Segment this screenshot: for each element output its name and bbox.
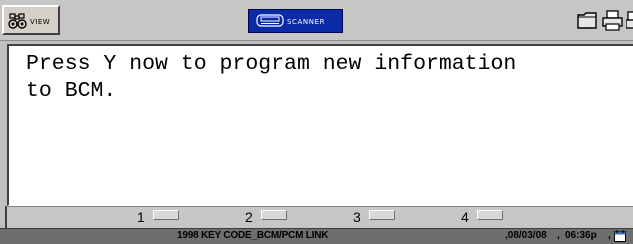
status-time: 06:36p: [565, 230, 597, 241]
status-separator: ,: [608, 230, 611, 241]
binoculars-icon: [8, 13, 27, 29]
communication-button[interactable]: [624, 8, 633, 33]
function-key-strip: 1 2 3 4: [5, 206, 633, 228]
status-bar: 1998 KEY CODE_BCM/PCM LINK ,08/03/08 , 0…: [0, 228, 633, 244]
folder-icon: [577, 12, 597, 29]
function-key-indicator: [369, 210, 395, 220]
function-key-label: 4: [461, 209, 469, 225]
message-panel: Press Y now to program new information t…: [7, 44, 633, 206]
function-key-label: 1: [137, 209, 145, 225]
communication-icon: [626, 11, 633, 29]
function-key-indicator: [153, 210, 179, 220]
function-key-label: 3: [353, 209, 361, 225]
folder-button[interactable]: [575, 8, 600, 33]
status-separator: ,: [557, 230, 560, 241]
print-button[interactable]: [600, 8, 625, 33]
instruction-message: Press Y now to program new information t…: [26, 52, 517, 103]
function-key-indicator: [477, 210, 503, 220]
view-button[interactable]: VIEW: [2, 5, 60, 35]
toolbar: VIEW SCANNER: [0, 0, 633, 41]
calendar-icon[interactable]: [614, 230, 626, 242]
function-key-label: 2: [245, 209, 253, 225]
scanner-tool-icon: [256, 14, 284, 27]
printer-icon: [602, 10, 623, 31]
scanner-button-label: SCANNER: [287, 18, 326, 26]
function-key-indicator: [261, 210, 287, 220]
scanner-button[interactable]: SCANNER: [248, 9, 343, 33]
view-button-label: VIEW: [30, 18, 51, 26]
status-date: ,08/03/08: [505, 230, 547, 241]
status-title: 1998 KEY CODE_BCM/PCM LINK: [177, 230, 329, 241]
